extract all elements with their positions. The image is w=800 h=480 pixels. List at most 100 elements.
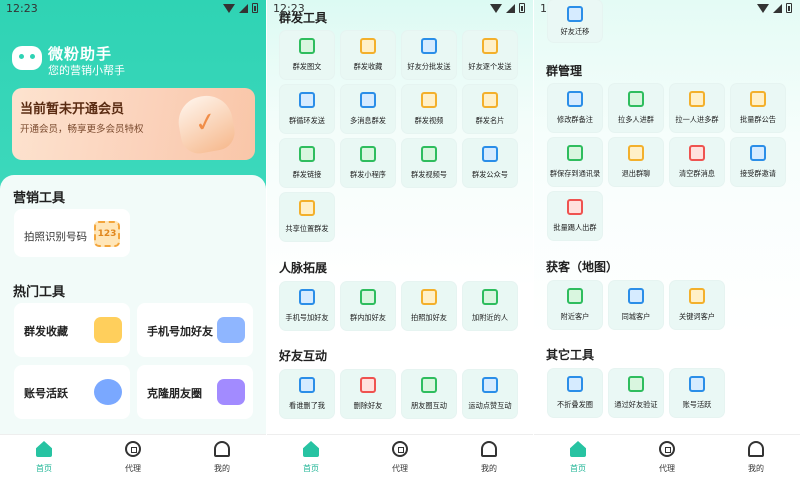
section-title-bulk: 群发工具 xyxy=(279,11,328,25)
tool-pull-many-into-group[interactable]: 拉多人进群 xyxy=(609,84,663,132)
app-subtitle: 您的营销小帮手 xyxy=(48,64,125,77)
battery-icon xyxy=(519,3,525,13)
tool-label: 群发名片 xyxy=(475,116,505,125)
tool-save-group-to-contacts[interactable]: 群保存到通讯录 xyxy=(548,138,602,186)
tool-friend-migrate[interactable]: 好友迁移 xyxy=(548,0,602,42)
hot-tool-phone-add-friend[interactable]: 手机号加好友 xyxy=(137,303,253,357)
home-icon xyxy=(570,441,586,457)
tool-bulk-image-text[interactable]: 群发图文 xyxy=(280,31,334,79)
tool-edit-group-remark[interactable]: 修改群备注 xyxy=(548,84,602,132)
tool-label: 运动点赞互动 xyxy=(468,401,512,410)
tool-no-fold-post[interactable]: 不折叠发圈 xyxy=(548,369,602,417)
app-name: 微粉助手 xyxy=(48,45,113,63)
hot-tool-label: 手机号加好友 xyxy=(147,325,213,338)
tool-multi-message[interactable]: 多消息群发 xyxy=(341,85,395,133)
chat-check-icon xyxy=(750,145,766,161)
home-screen: 12:23 微粉助手 您的营销小帮手 当前暂未开通会员 开通会员，畅享更多会员特… xyxy=(0,0,266,480)
tool-keyword-customers[interactable]: 关键词客户 xyxy=(670,281,724,329)
tool-clear-group-messages[interactable]: 清空群消息 xyxy=(670,138,724,186)
tool-bulk-video[interactable]: 群发视频 xyxy=(402,85,456,133)
tool-label: 群发公众号 xyxy=(472,170,508,179)
tool-account-active[interactable]: 账号活跃 xyxy=(670,369,724,417)
tool-phone-add-friend[interactable]: 手机号加好友 xyxy=(280,282,334,330)
tab-label: 首页 xyxy=(36,464,52,473)
tool-shared-location[interactable]: 共享位置群发 xyxy=(280,193,334,241)
tool-bulk-link[interactable]: 群发链接 xyxy=(280,139,334,187)
tool-moments-interact[interactable]: 朋友圈互动 xyxy=(402,370,456,418)
tool-exit-group[interactable]: 退出群聊 xyxy=(609,138,663,186)
photo-recognize-tool[interactable]: 拍照识别号码 123 xyxy=(14,209,130,257)
tool-bulk-favorites[interactable]: 群发收藏 xyxy=(341,31,395,79)
tool-pull-one-into-groups[interactable]: 拉一人进多群 xyxy=(670,84,724,132)
battery-icon xyxy=(786,3,792,13)
clear-icon xyxy=(689,145,705,161)
tool-bulk-channels[interactable]: 群发视频号 xyxy=(402,139,456,187)
tool-bulk-card[interactable]: 群发名片 xyxy=(463,85,517,133)
vip-banner[interactable]: 当前暂未开通会员 开通会员，畅享更多会员特权 xyxy=(12,88,255,160)
wifi-icon xyxy=(223,3,235,13)
tool-nearby-customers[interactable]: 附近客户 xyxy=(548,281,602,329)
signal-icon xyxy=(773,3,782,13)
section-title-map: 获客（地图） xyxy=(546,260,619,274)
signal-icon xyxy=(506,3,515,13)
tool-label: 不折叠发圈 xyxy=(557,400,593,409)
tool-bulk-group-notice[interactable]: 批量群公告 xyxy=(731,84,785,132)
tab-home[interactable]: 首页 xyxy=(558,441,598,474)
tools-screen-bottom: 12:23 好友迁移 群管理 修改群备注 拉多人进群 拉一人进多群 批量群公告 … xyxy=(534,0,800,480)
tool-label: 群发图文 xyxy=(292,62,322,71)
tool-label: 群发视频 xyxy=(414,116,444,125)
tool-delete-friend[interactable]: 删除好友 xyxy=(341,370,395,418)
tab-home[interactable]: 首页 xyxy=(24,441,64,474)
scan-number-icon: 123 xyxy=(94,221,120,247)
tab-label: 首页 xyxy=(303,464,319,473)
tool-batch-send[interactable]: 好友分批发送 xyxy=(402,31,456,79)
section-title-marketing: 营销工具 xyxy=(13,191,66,206)
home-icon xyxy=(303,441,319,457)
tool-sport-like[interactable]: 运动点赞互动 xyxy=(463,370,517,418)
tab-agent[interactable]: 代理 xyxy=(647,441,687,474)
tool-group-loop-send[interactable]: 群循环发送 xyxy=(280,85,334,133)
section-title-network: 人脉拓展 xyxy=(279,261,328,275)
tab-label: 代理 xyxy=(659,464,675,473)
tab-agent[interactable]: 代理 xyxy=(380,441,420,474)
location-icon xyxy=(299,200,315,216)
tool-label: 多消息群发 xyxy=(350,116,386,125)
tool-bulk-kick[interactable]: 批量踢人出群 xyxy=(548,192,602,240)
user-move-icon xyxy=(567,6,583,22)
grid-icon xyxy=(421,38,437,54)
link-icon xyxy=(299,146,315,162)
kick-out-icon xyxy=(567,199,583,215)
tool-label: 看谁删了我 xyxy=(289,401,325,410)
tool-who-deleted-me[interactable]: 看谁删了我 xyxy=(280,370,334,418)
tab-home[interactable]: 首页 xyxy=(291,441,331,474)
hot-tool-bulk-favorites[interactable]: 群发收藏 xyxy=(14,303,130,357)
tool-bulk-mini-program[interactable]: 群发小程序 xyxy=(341,139,395,187)
status-time: 12:23 xyxy=(6,2,38,15)
tv-icon xyxy=(421,92,437,108)
image-icon xyxy=(628,91,644,107)
person-icon xyxy=(689,91,705,107)
hot-tool-clone-moments[interactable]: 克隆朋友圈 xyxy=(137,365,253,419)
tab-agent[interactable]: 代理 xyxy=(113,441,153,474)
user-icon xyxy=(481,441,497,457)
status-bar: 12:23 xyxy=(0,0,266,18)
tab-me[interactable]: 我的 xyxy=(736,441,776,474)
tool-bulk-official-account[interactable]: 群发公众号 xyxy=(463,139,517,187)
tab-me[interactable]: 我的 xyxy=(202,441,242,474)
tool-nearby-people[interactable]: 加附近的人 xyxy=(463,282,517,330)
tool-label: 群循环发送 xyxy=(289,116,325,125)
hot-tool-account-active[interactable]: 账号活跃 xyxy=(14,365,130,419)
location-icon xyxy=(482,289,498,305)
tool-same-city-customers[interactable]: 同城客户 xyxy=(609,281,663,329)
tool-pass-friend-verify[interactable]: 通过好友验证 xyxy=(609,369,663,417)
tool-photo-add-friend[interactable]: 拍照加好友 xyxy=(402,282,456,330)
tool-group-add-friend[interactable]: 群内加好友 xyxy=(341,282,395,330)
tool-accept-group-invite[interactable]: 接受群邀请 xyxy=(731,138,785,186)
tab-me[interactable]: 我的 xyxy=(469,441,509,474)
wifi-icon xyxy=(490,3,502,13)
flag-icon xyxy=(299,92,315,108)
badge-icon xyxy=(482,146,498,162)
tool-label: 群保存到通讯录 xyxy=(549,169,601,178)
star-icon xyxy=(360,38,376,54)
tool-one-by-one-send[interactable]: 好友逐个发送 xyxy=(463,31,517,79)
